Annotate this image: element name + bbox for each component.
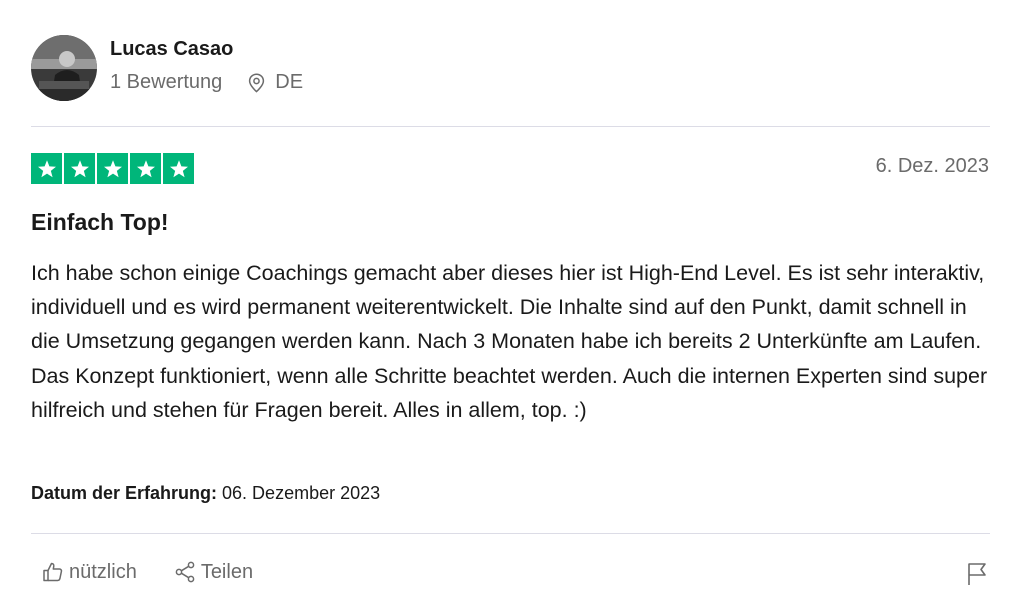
star-rating: [31, 153, 194, 184]
review-body: Ich habe schon einige Coachings gemacht …: [31, 261, 988, 422]
experience-date-value: 06. Dezember 2023: [222, 483, 381, 503]
star-icon: [163, 153, 194, 184]
experience-date: Datum der Erfahrung: 06. Dezember 2023: [31, 483, 380, 504]
useful-button[interactable]: nützlich: [41, 560, 137, 584]
flag-icon: [968, 563, 986, 585]
report-button[interactable]: [965, 561, 989, 592]
share-button[interactable]: Teilen: [173, 560, 253, 584]
country-code: DE: [275, 71, 304, 93]
share-label: Teilen: [200, 560, 254, 583]
star-icon: [130, 153, 161, 184]
star-icon: [31, 153, 62, 184]
review-date: 6. Dez. 2023: [875, 155, 989, 177]
review-actions: nützlich Teilen: [41, 560, 253, 584]
useful-label: nützlich: [69, 560, 137, 583]
star-icon: [64, 153, 95, 184]
review-title: Einfach Top!: [31, 209, 169, 235]
reviews-count: 1 Bewertung: [110, 71, 223, 93]
reviewer-location: DE: [248, 71, 303, 94]
review-card: Lucas Casao 1 Bewertung DE 6. Dez. 2023 …: [31, 0, 990, 613]
reviewer-name[interactable]: Lucas Casao: [110, 38, 233, 61]
thumbs-up-icon: [43, 562, 63, 582]
share-icon: [175, 561, 195, 583]
divider: [31, 126, 990, 127]
experience-date-label: Datum der Erfahrung:: [31, 483, 218, 503]
location-pin-icon: [249, 72, 265, 93]
divider: [31, 533, 990, 534]
avatar[interactable]: [31, 35, 97, 101]
reviewer-meta: 1 Bewertung DE: [110, 71, 303, 94]
star-icon: [97, 153, 128, 184]
